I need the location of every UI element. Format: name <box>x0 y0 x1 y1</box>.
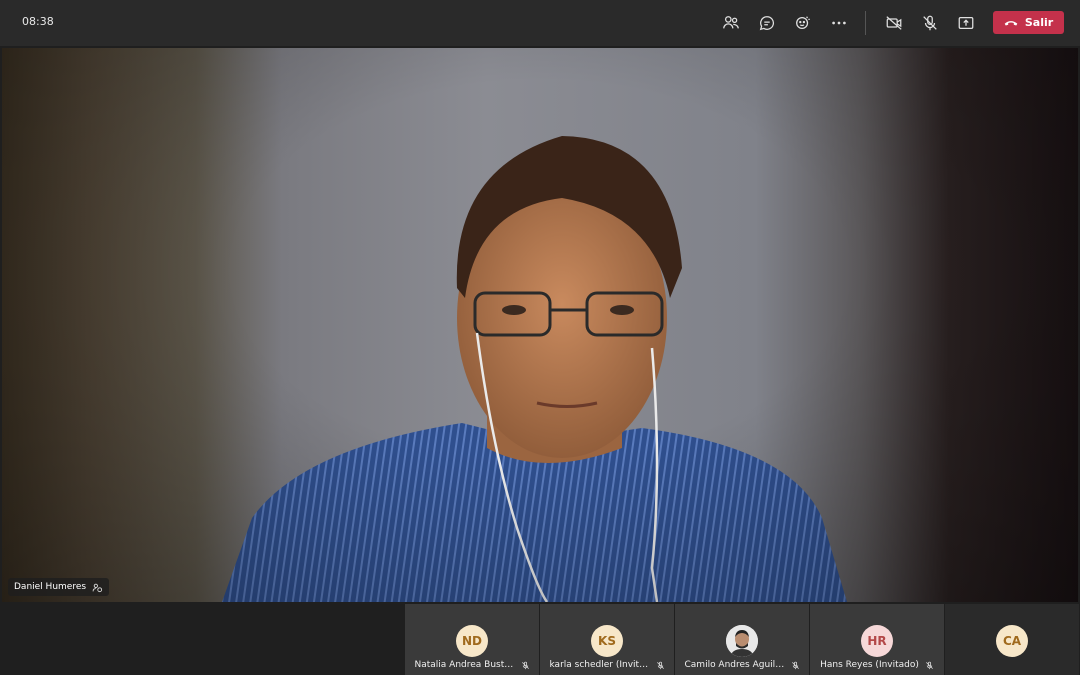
meeting-toolbar: 08:38 Salir <box>0 0 1080 46</box>
mic-off-icon <box>521 661 529 669</box>
leave-button[interactable]: Salir <box>993 11 1064 34</box>
camera-off-icon[interactable] <box>883 12 905 34</box>
mic-off-icon <box>791 661 799 669</box>
speaker-name-tag: Daniel Humeres <box>8 578 110 596</box>
participant-label: Camilo Andres Aguiler... <box>675 660 809 670</box>
participant-label: karla schedler (Invitado) <box>540 660 674 670</box>
meeting-timer: 08:38 <box>22 15 54 28</box>
chat-icon[interactable] <box>756 12 778 34</box>
video-vignette <box>2 48 1078 602</box>
mic-off-icon <box>925 661 933 669</box>
speaker-name: Daniel Humeres <box>14 582 87 592</box>
avatar-photo <box>726 625 758 657</box>
main-video-feed <box>2 48 1078 602</box>
participant-tile[interactable]: HR Hans Reyes (Invitado) <box>810 604 944 675</box>
avatar: ND <box>456 625 488 657</box>
participant-name: Natalia Andrea Bustos... <box>414 660 515 670</box>
participant-label: Natalia Andrea Bustos... <box>405 660 539 670</box>
more-options-icon[interactable] <box>828 12 850 34</box>
participant-tile[interactable]: KS karla schedler (Invitado) <box>540 604 674 675</box>
mic-off-icon <box>656 661 664 669</box>
avatar: KS <box>591 625 623 657</box>
profile-photo-image <box>726 625 758 657</box>
leave-label: Salir <box>1024 16 1054 29</box>
mic-off-icon[interactable] <box>919 12 941 34</box>
share-screen-icon[interactable] <box>955 12 977 34</box>
participant-tile[interactable]: ND Natalia Andrea Bustos... <box>405 604 539 675</box>
toolbar-divider <box>865 11 866 35</box>
reactions-icon[interactable] <box>792 12 814 34</box>
participant-tile[interactable]: Camilo Andres Aguiler... <box>675 604 809 675</box>
participant-label: Hans Reyes (Invitado) <box>810 660 944 670</box>
avatar: CA <box>996 625 1028 657</box>
participant-name: Hans Reyes (Invitado) <box>820 660 919 670</box>
participant-name: karla schedler (Invitado) <box>549 660 650 670</box>
participant-tile[interactable]: CA <box>945 604 1079 675</box>
participants-icon[interactable] <box>720 12 742 34</box>
pin-options-icon <box>92 583 103 592</box>
avatar: HR <box>861 625 893 657</box>
participant-name: Camilo Andres Aguiler... <box>684 660 785 670</box>
hang-up-icon <box>1004 20 1018 25</box>
